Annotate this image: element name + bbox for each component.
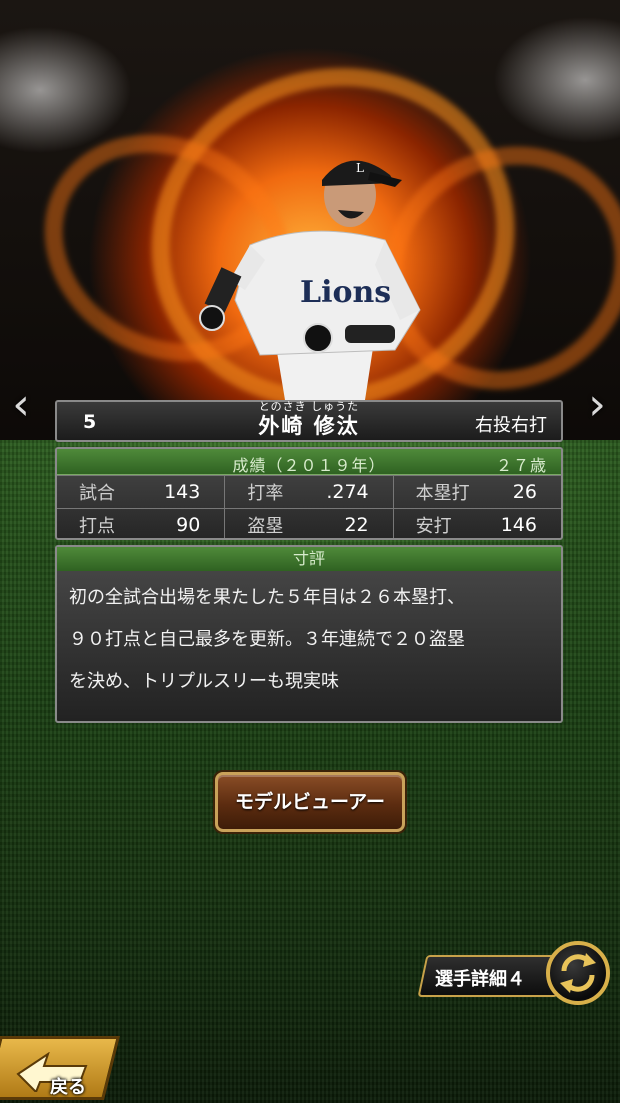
cycle-arrows-icon[interactable] (546, 941, 610, 1005)
stat-label: 本塁打 (415, 483, 470, 504)
player-image: Lions L (199, 160, 421, 400)
stats-title: 成績（２０１９年） (232, 456, 386, 475)
stat-cell: 盗塁 22 (224, 509, 392, 538)
player-age: ２７歳 (495, 456, 547, 475)
comment-line: を決め、トリプルスリーも現実味 (69, 671, 339, 692)
comment-body: 初の全試合出場を果たした５年目は２６本塁打、 ９０打点と自己最多を更新。３年連続… (57, 571, 561, 703)
stat-cell: 試合 143 (57, 476, 224, 508)
player-name-bar: 5 とのさき しゅうた 外崎 修汰 右投右打 (55, 400, 563, 442)
stat-cell: 安打 146 (392, 509, 561, 538)
comment-line: 初の全試合出場を果たした５年目は２６本塁打、 (69, 587, 465, 608)
throw-bat-hand: 右投右打 (475, 415, 547, 436)
svg-text:Lions: Lions (300, 275, 391, 310)
stat-value: .274 (326, 481, 369, 503)
stats-row: 試合 143 打率 .274 本塁打 26 (57, 475, 561, 508)
stats-panel: 成績（２０１９年） ２７歳 試合 143 打率 .274 本塁打 26 打点 90 盗塁… (55, 447, 563, 540)
player-detail-label[interactable]: 選手詳細４ (435, 965, 525, 991)
stat-label: 打点 (79, 516, 115, 537)
stat-value: 146 (500, 514, 537, 536)
svg-text:L: L (356, 161, 364, 175)
next-player-arrow[interactable]: › (582, 380, 612, 430)
comment-title: 寸評 (57, 547, 561, 571)
comment-panel: 寸評 初の全試合出場を果たした５年目は２６本塁打、 ９０打点と自己最多を更新。３… (55, 545, 563, 723)
stat-value: 22 (344, 514, 369, 536)
stats-row: 打点 90 盗塁 22 安打 146 (57, 508, 561, 538)
stat-label: 試合 (79, 483, 115, 504)
stat-cell: 打率 .274 (224, 476, 392, 508)
comment-line: ９０打点と自己最多を更新。３年連続で２０盗塁 (69, 629, 465, 650)
back-label[interactable]: 戻る (50, 1073, 86, 1099)
stats-header: 成績（２０１９年） ２７歳 (57, 449, 561, 475)
stat-label: 安打 (415, 516, 452, 537)
stat-value: 143 (164, 481, 201, 503)
stat-cell: 打点 90 (57, 509, 224, 538)
stat-value: 90 (176, 514, 201, 536)
player-name: 外崎 修汰 (258, 414, 360, 438)
stat-label: 盗塁 (247, 516, 284, 537)
stat-label: 打率 (247, 483, 284, 504)
prev-player-arrow[interactable]: ‹ (6, 380, 36, 430)
model-viewer-button[interactable]: モデルビューアー (215, 772, 405, 832)
stat-value: 26 (512, 481, 537, 503)
stat-cell: 本塁打 26 (392, 476, 561, 508)
